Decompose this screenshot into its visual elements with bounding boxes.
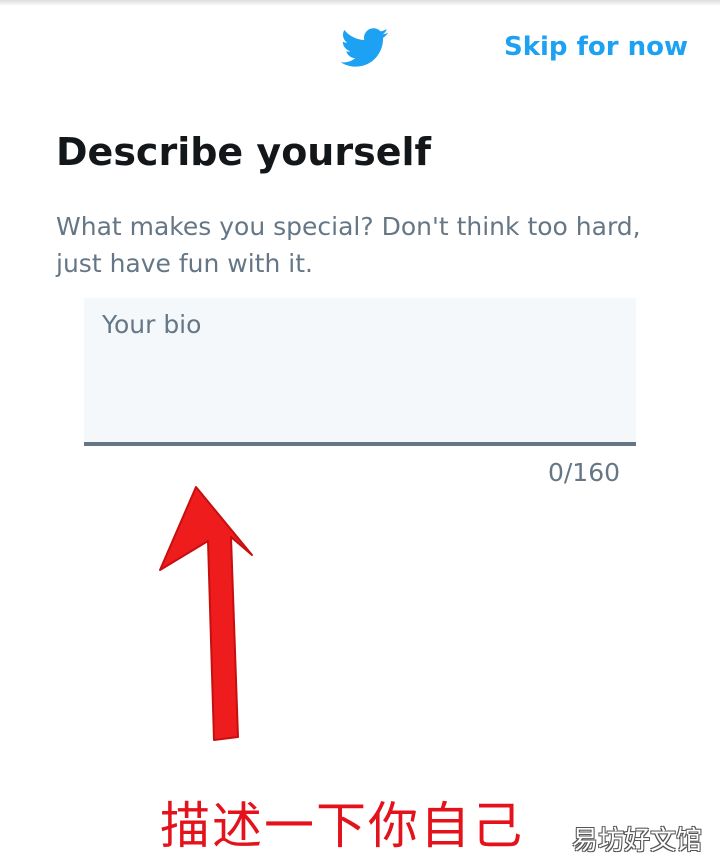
page-subtitle: What makes you special? Don't think too … xyxy=(56,212,641,278)
bio-character-counter: 0/160 xyxy=(547,458,620,487)
twitter-bird-icon xyxy=(341,28,389,67)
bio-input[interactable] xyxy=(84,298,636,442)
bio-field[interactable] xyxy=(84,298,636,446)
watermark: 易坊好文馆 xyxy=(572,826,703,856)
red-arrow-up-icon xyxy=(159,486,253,741)
top-edge-divider xyxy=(0,0,720,6)
skip-for-now-button[interactable]: Skip for now xyxy=(504,32,688,62)
annotation-caption: 描述一下你自己 xyxy=(160,797,524,855)
page-title: Describe yourself xyxy=(56,130,432,174)
